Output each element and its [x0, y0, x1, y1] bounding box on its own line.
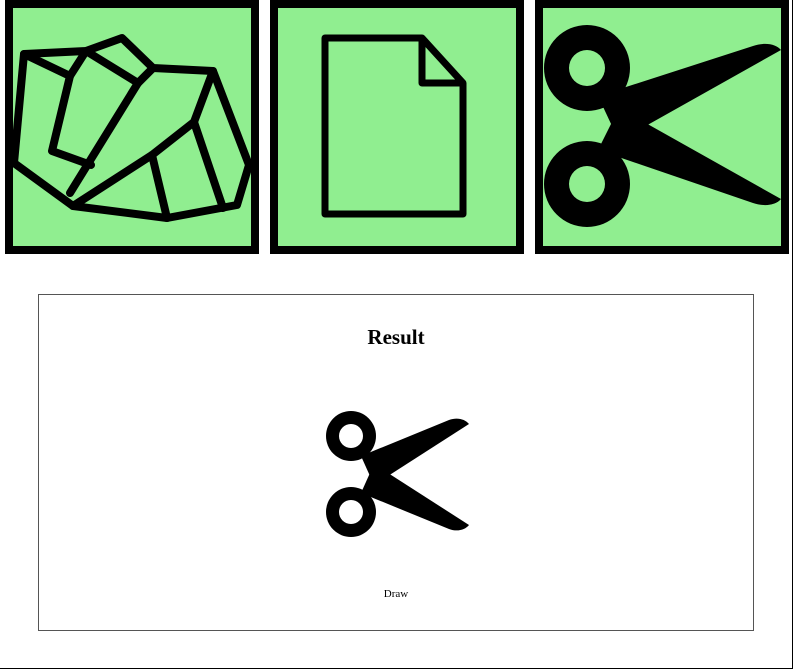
rock-icon	[13, 34, 251, 222]
paper-button[interactable]	[270, 0, 524, 254]
result-panel: Result Draw	[38, 294, 754, 631]
scissors-icon	[544, 25, 781, 227]
paper-icon	[321, 34, 467, 218]
rock-button[interactable]	[5, 0, 259, 254]
scissors-button[interactable]	[535, 0, 789, 254]
game-frame: Result Draw	[0, 0, 793, 669]
result-status: Draw	[383, 588, 409, 600]
scissors-icon	[326, 411, 469, 537]
result-title: Result	[367, 325, 425, 349]
